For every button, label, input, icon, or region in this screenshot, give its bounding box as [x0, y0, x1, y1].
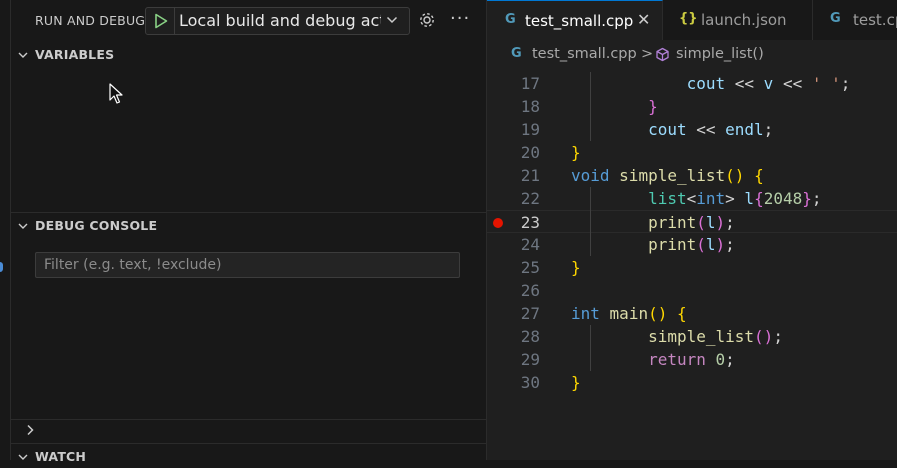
separator — [174, 8, 175, 34]
line-number: 26 — [520, 281, 540, 300]
code-line[interactable]: 17 cout << v << ' '; — [487, 72, 897, 95]
code-text: print(l); — [648, 213, 735, 232]
chevron-down-icon[interactable] — [385, 13, 399, 27]
code-line[interactable]: 30} — [487, 371, 897, 394]
line-number: 17 — [520, 74, 540, 93]
breadcrumb-symbol[interactable]: simple_list() — [676, 46, 764, 62]
chevron-right-icon[interactable] — [23, 423, 37, 437]
code-line[interactable]: 19 cout << endl; — [487, 118, 897, 141]
close-icon[interactable]: ✕ — [637, 10, 650, 29]
line-number: 23 — [520, 213, 540, 232]
code-text: simple_list(); — [648, 327, 783, 346]
code-line[interactable]: 27 int main() { — [487, 302, 897, 325]
chevron-down-icon — [18, 454, 28, 460]
run-debug-title: RUN AND DEBUG — [35, 13, 146, 28]
code-text: cout << endl; — [648, 120, 774, 139]
launch-config-group: Local build and debug active — [145, 7, 410, 35]
mouse-cursor-icon — [109, 83, 123, 104]
activity-indicator — [0, 262, 3, 272]
section-variables-label: VARIABLES — [35, 47, 115, 62]
chevron-down-icon — [18, 223, 28, 229]
tab-label: test.cpp — [853, 11, 897, 29]
code-text: cout << v << ' '; — [686, 74, 851, 93]
section-variables[interactable]: VARIABLES — [11, 44, 486, 66]
method-symbol-icon — [656, 47, 669, 62]
code-text: return 0; — [648, 350, 735, 369]
json-file-icon: {} — [679, 11, 698, 26]
line-number: 20 — [520, 143, 540, 162]
cpp-file-icon: G — [505, 12, 516, 27]
tab-test-cpp[interactable]: G test.cpp — [813, 0, 897, 40]
line-number: 21 — [520, 166, 540, 185]
code-line[interactable]: 24 print(l); — [487, 233, 897, 256]
indent-guide — [590, 187, 592, 256]
line-number: 28 — [520, 327, 540, 346]
editor-area: G test_small.cpp ✕ {} launch.json G test… — [487, 0, 897, 460]
code-line[interactable]: 22 list<int> l{2048}; — [487, 187, 897, 210]
code-line[interactable]: 29 return 0; — [487, 348, 897, 371]
breadcrumb-separator: > — [641, 46, 654, 62]
editor-tabs: G test_small.cpp ✕ {} launch.json G test… — [487, 0, 897, 40]
line-number: 29 — [520, 350, 540, 369]
line-number: 27 — [520, 304, 540, 323]
console-filter-input[interactable] — [36, 253, 459, 277]
code-text: int main() { — [571, 304, 687, 323]
cpp-file-icon: G — [830, 11, 841, 26]
code-line[interactable]: 18 } — [487, 95, 897, 118]
divider — [11, 443, 486, 444]
divider — [11, 212, 486, 213]
run-debug-toolbar: RUN AND DEBUG Local build and debug acti… — [11, 0, 486, 42]
code-line[interactable]: 20} — [487, 141, 897, 164]
tab-label: test_small.cpp — [525, 12, 634, 30]
ellipsis-icon[interactable]: ··· — [450, 8, 470, 29]
divider — [11, 419, 486, 420]
code-text: } — [571, 373, 581, 392]
indent-guide — [590, 72, 592, 141]
section-debug-console-label: DEBUG CONSOLE — [35, 218, 158, 233]
code-line[interactable]: 21 void simple_list() { — [487, 164, 897, 187]
gear-icon[interactable] — [417, 10, 437, 30]
console-filter — [35, 252, 460, 278]
breadcrumb-file[interactable]: test_small.cpp — [532, 46, 637, 62]
section-debug-console[interactable]: DEBUG CONSOLE — [11, 215, 486, 237]
code-line[interactable]: 28 simple_list(); — [487, 325, 897, 348]
launch-config-select[interactable]: Local build and debug active — [179, 11, 381, 30]
chevron-down-icon — [18, 52, 28, 58]
tab-label: launch.json — [701, 11, 787, 29]
line-number: 25 — [520, 258, 540, 277]
code-text: } — [648, 97, 658, 116]
code-text: print(l); — [648, 235, 735, 254]
line-number: 24 — [520, 235, 540, 254]
code-text: list<int> l{2048}; — [648, 189, 822, 208]
indent-guide — [590, 325, 592, 371]
code-line[interactable]: 26 — [487, 279, 897, 302]
code-text: } — [571, 258, 581, 277]
line-number: 19 — [520, 120, 540, 139]
code-line[interactable]: 23 print(l); — [487, 210, 897, 233]
play-icon[interactable] — [154, 13, 168, 29]
code-line[interactable]: 25} — [487, 256, 897, 279]
section-watch[interactable]: WATCH — [11, 446, 486, 468]
breadcrumb: G test_small.cpp > simple_list() — [487, 40, 897, 70]
activity-bar-edge — [0, 0, 11, 460]
line-number: 18 — [520, 97, 540, 116]
tab-launch-json[interactable]: {} launch.json — [663, 0, 813, 40]
tab-test-small-cpp[interactable]: G test_small.cpp ✕ — [487, 0, 663, 40]
run-and-debug-sidebar: RUN AND DEBUG Local build and debug acti… — [11, 0, 487, 464]
code-text: void simple_list() { — [571, 166, 764, 185]
cpp-file-icon: G — [511, 46, 522, 61]
code-text: } — [571, 143, 581, 162]
section-watch-label: WATCH — [35, 449, 87, 464]
line-number: 30 — [520, 373, 540, 392]
line-number: 22 — [520, 189, 540, 208]
